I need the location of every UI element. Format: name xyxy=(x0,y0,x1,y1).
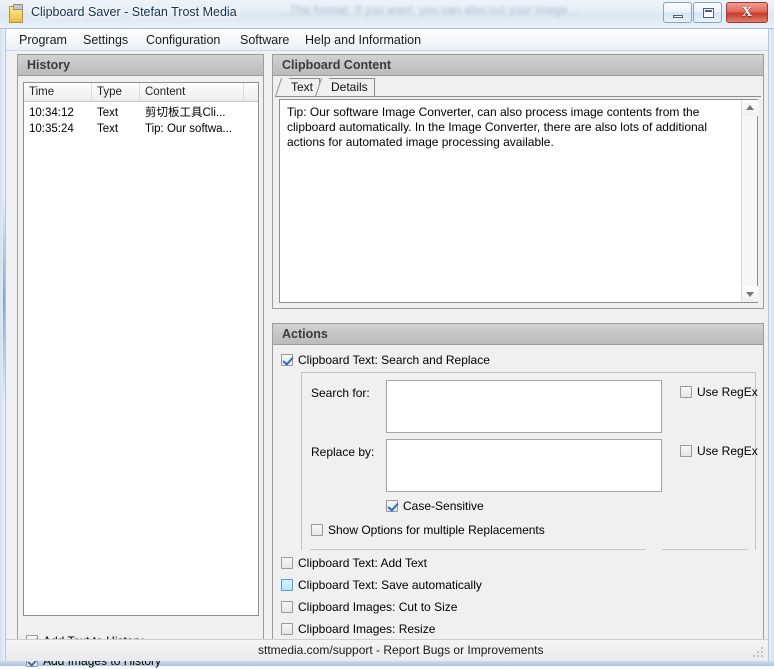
close-icon: X xyxy=(741,5,753,20)
menu-settings[interactable]: Settings xyxy=(78,32,133,49)
option-images-resize-label: Clipboard Images: Resize xyxy=(298,622,436,636)
clipboard-text-view[interactable]: Tip: Our software Image Converter, can a… xyxy=(279,99,758,303)
option-text-save-automatically-label: Clipboard Text: Save automatically xyxy=(298,578,482,592)
checkbox-images-resize[interactable] xyxy=(281,623,293,635)
minimize-button[interactable] xyxy=(663,2,692,23)
cell-type: Text xyxy=(97,123,119,135)
tab-details[interactable]: Details xyxy=(323,78,375,96)
search-for-textarea[interactable] xyxy=(387,381,661,432)
option-images-cut-to-size-label: Clipboard Images: Cut to Size xyxy=(298,600,458,614)
history-panel-title: History xyxy=(18,55,263,76)
option-case-sensitive-label: Case-Sensitive xyxy=(403,499,484,513)
maximize-button[interactable] xyxy=(693,2,722,23)
group-separator-right xyxy=(662,549,748,550)
option-replace-use-regex[interactable]: Use RegEx xyxy=(680,443,758,459)
option-text-save-automatically[interactable]: Clipboard Text: Save automatically xyxy=(281,577,482,593)
option-add-text-label: Clipboard Text: Add Text xyxy=(298,556,427,570)
application-window: ...The format. If you want, you can also… xyxy=(0,0,774,668)
table-row[interactable]: 10:34:12 Text 剪切板工具Cli... xyxy=(24,105,258,121)
option-replace-use-regex-label: Use RegEx xyxy=(697,444,758,458)
cell-content: 剪切板工具Cli... xyxy=(145,107,226,119)
clipboard-text: Tip: Our software Image Converter, can a… xyxy=(287,105,708,149)
title-bar[interactable]: ...The format. If you want, you can also… xyxy=(0,0,774,29)
cell-content: Tip: Our softwa... xyxy=(145,123,233,135)
scroll-down-button[interactable] xyxy=(742,286,758,302)
menu-help-and-information[interactable]: Help and Information xyxy=(300,32,426,49)
option-search-and-replace-label: Clipboard Text: Search and Replace xyxy=(298,353,490,367)
actions-panel-title: Actions xyxy=(273,324,763,345)
resize-grip[interactable] xyxy=(752,646,765,659)
replace-by-textarea[interactable] xyxy=(387,440,661,491)
clipboard-content-panel: Clipboard Content Text Details Tip: Our … xyxy=(272,54,764,309)
checkbox-text-save-automatically[interactable] xyxy=(281,579,293,591)
clipboard-text-scrollbar[interactable] xyxy=(741,100,758,302)
triangle-down-icon xyxy=(746,292,754,297)
menu-program[interactable]: Program xyxy=(14,32,72,49)
option-add-text[interactable]: Clipboard Text: Add Text xyxy=(281,555,427,571)
close-button[interactable]: X xyxy=(726,2,768,23)
option-images-resize[interactable]: Clipboard Images: Resize xyxy=(281,621,435,637)
option-multiple-replacements-label: Show Options for multiple Replacements xyxy=(328,523,545,537)
column-header-filler xyxy=(244,83,258,101)
cell-time: 10:35:24 xyxy=(29,123,74,135)
option-search-use-regex[interactable]: Use RegEx xyxy=(680,384,758,400)
column-header-type[interactable]: Type xyxy=(92,83,140,101)
replace-by-input[interactable] xyxy=(386,439,662,492)
option-search-use-regex-label: Use RegEx xyxy=(697,385,758,399)
cell-time: 10:34:12 xyxy=(29,107,74,119)
window-right-edge xyxy=(769,29,774,661)
glass-ghost-text: ...The format. If you want, you can also… xyxy=(280,5,578,17)
checkbox-search-and-replace[interactable] xyxy=(281,354,293,366)
cell-type: Text xyxy=(97,107,119,119)
clipboard-content-title: Clipboard Content xyxy=(273,55,763,76)
scroll-up-button[interactable] xyxy=(742,100,758,116)
checkbox-replace-use-regex[interactable] xyxy=(680,445,692,457)
group-separator-left xyxy=(310,549,646,550)
option-case-sensitive[interactable]: Case-Sensitive xyxy=(386,498,484,514)
checkbox-case-sensitive[interactable] xyxy=(386,500,398,512)
menu-software[interactable]: Software xyxy=(235,32,294,49)
search-replace-group: Search for: Use RegEx Replace by: Use Re… xyxy=(301,372,758,550)
status-bar: sttmedia.com/support - Report Bugs or Im… xyxy=(6,639,768,661)
clipboard-icon xyxy=(9,4,23,23)
actions-panel: Actions Clipboard Text: Search and Repla… xyxy=(272,323,764,658)
column-header-content[interactable]: Content xyxy=(140,83,244,101)
replace-by-label: Replace by: xyxy=(311,445,375,459)
history-header-row: Time Type Content xyxy=(24,83,258,102)
checkbox-add-text[interactable] xyxy=(281,557,293,569)
option-multiple-replacements[interactable]: Show Options for multiple Replacements xyxy=(311,522,545,538)
checkbox-images-cut-to-size[interactable] xyxy=(281,601,293,613)
tab-strip: Text Details xyxy=(275,78,761,97)
status-bar-text[interactable]: sttmedia.com/support - Report Bugs or Im… xyxy=(258,643,543,657)
checkbox-search-use-regex[interactable] xyxy=(680,386,692,398)
column-header-time[interactable]: Time xyxy=(24,83,92,101)
option-search-and-replace[interactable]: Clipboard Text: Search and Replace xyxy=(281,352,490,368)
table-row[interactable]: 10:35:24 Text Tip: Our softwa... xyxy=(24,121,258,137)
minimize-icon xyxy=(673,15,683,18)
search-for-label: Search for: xyxy=(311,386,370,400)
client-area: Program Settings Configuration Software … xyxy=(5,29,769,668)
menu-configuration[interactable]: Configuration xyxy=(141,32,225,49)
menu-bar: Program Settings Configuration Software … xyxy=(6,29,768,51)
checkbox-multiple-replacements[interactable] xyxy=(311,524,323,536)
search-for-input[interactable] xyxy=(386,380,662,433)
window-title: Clipboard Saver - Stefan Trost Media xyxy=(31,5,237,19)
option-images-cut-to-size[interactable]: Clipboard Images: Cut to Size xyxy=(281,599,457,615)
tab-text[interactable]: Text xyxy=(283,78,321,96)
tab-underline xyxy=(275,96,761,97)
history-list[interactable]: Time Type Content 10:34:12 Text 剪切板工具Cli… xyxy=(23,82,259,616)
triangle-up-icon xyxy=(746,105,754,110)
restore-icon xyxy=(703,8,714,18)
history-panel: History Time Type Content 10:34:12 Text … xyxy=(17,54,264,668)
